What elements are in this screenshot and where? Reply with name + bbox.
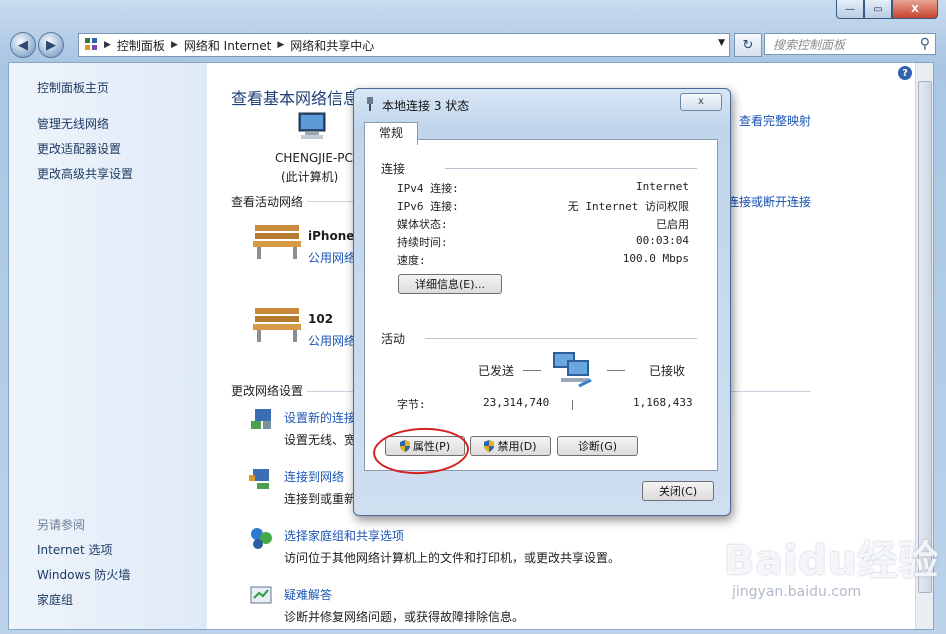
- network-plug-icon: [367, 97, 373, 111]
- status-value: 已启用: [656, 218, 689, 231]
- arrow-left-icon: ◀: [18, 37, 28, 53]
- details-button[interactable]: 详细信息(E)...: [398, 274, 502, 294]
- see-also-header: 另请参阅: [37, 518, 86, 532]
- disable-button-label: 禁用(D): [497, 440, 537, 453]
- explorer-window: — ▭ X ◀ ▶ ▶ 控制面板 ▶ 网络和 Internet ▶ 网络和共享中…: [0, 0, 946, 634]
- network-activity-icon: [553, 352, 592, 388]
- task-description: 访问位于其他网络计算机上的文件和打印机，或更改共享设置。: [284, 551, 621, 565]
- computer-sub: (此计算机): [281, 170, 339, 184]
- breadcrumb-item[interactable]: 控制面板: [117, 37, 165, 54]
- control-panel-icon: [84, 37, 98, 54]
- watermark-url: jingyan.baidu.com: [732, 584, 862, 600]
- status-label: IPv6 连接:: [397, 200, 459, 213]
- active-networks-header: 查看活动网络: [231, 195, 304, 209]
- divider: [445, 168, 697, 169]
- breadcrumb-separator-icon: ▶: [104, 40, 111, 50]
- connect-disconnect-link[interactable]: 连接或断开连接: [727, 193, 811, 210]
- status-value: Internet: [636, 180, 689, 193]
- public-network-bench-icon: [253, 225, 301, 259]
- general-tab-panel: 连接 IPv4 连接: Internet IPv6 连接: 无 Internet…: [364, 139, 718, 471]
- breadcrumb-item[interactable]: 网络和共享中心: [290, 37, 374, 54]
- network-name: iPhone: [308, 229, 355, 243]
- network-name: 102: [308, 312, 334, 326]
- divider: [607, 370, 625, 371]
- status-value: 无 Internet 访问权限: [567, 200, 689, 213]
- caption-buttons: — ▭ X: [836, 0, 938, 19]
- connection-group-header: 连接: [381, 162, 406, 176]
- activity-group-header: 活动: [381, 332, 406, 346]
- public-network-bench-icon: [253, 308, 301, 342]
- forward-button[interactable]: ▶: [38, 32, 64, 58]
- task-link-troubleshoot[interactable]: 疑难解答: [284, 586, 332, 603]
- chevron-down-icon[interactable]: ▼: [718, 38, 725, 48]
- status-label: 速度:: [397, 254, 426, 267]
- network-type-link[interactable]: 公用网络: [308, 332, 356, 349]
- dialog-title: 本地连接 3 状态: [382, 99, 470, 113]
- view-full-map-link[interactable]: 查看完整映射: [739, 112, 811, 129]
- computer-name: CHENGJIE-PC: [275, 151, 353, 165]
- bytes-label: 字节:: [397, 398, 426, 411]
- disable-button[interactable]: 禁用(D): [470, 436, 551, 456]
- troubleshoot-icon: [250, 586, 272, 604]
- refresh-button[interactable]: ↻: [734, 33, 762, 57]
- network-type-link[interactable]: 公用网络: [308, 249, 356, 266]
- sidebar-item-home[interactable]: 控制面板主页: [37, 79, 109, 96]
- divider: [425, 338, 697, 339]
- status-label: IPv4 连接:: [397, 182, 459, 195]
- uac-shield-icon: [484, 440, 495, 452]
- sidebar-item-advanced-sharing[interactable]: 更改高级共享设置: [37, 165, 133, 182]
- sidebar-item-windows-firewall[interactable]: Windows 防火墙: [37, 566, 130, 583]
- tab-general[interactable]: 常规: [364, 122, 418, 145]
- close-button[interactable]: 关闭(C): [642, 481, 714, 501]
- search-input[interactable]: 搜索控制面板 ⚲: [764, 33, 936, 55]
- search-icon[interactable]: ⚲: [920, 36, 930, 52]
- bytes-received-value: 1,168,433: [633, 396, 693, 409]
- status-value: 100.0 Mbps: [622, 252, 689, 265]
- connect-network-icon: [249, 469, 269, 489]
- sidebar: 控制面板主页 管理无线网络 更改适配器设置 更改高级共享设置 另请参阅 Inte…: [9, 63, 207, 629]
- close-window-button[interactable]: X: [892, 0, 938, 19]
- minimize-button[interactable]: —: [836, 0, 864, 19]
- dialog-close-button[interactable]: x: [680, 93, 722, 111]
- divider: [523, 370, 541, 371]
- refresh-icon: ↻: [742, 37, 754, 53]
- status-label: 媒体状态:: [397, 218, 448, 231]
- sent-label: 已发送: [478, 364, 515, 378]
- watermark-logo: Baidu经验: [724, 538, 940, 584]
- breadcrumb-separator-icon: ▶: [170, 40, 178, 50]
- maximize-button[interactable]: ▭: [864, 0, 892, 19]
- task-description: 诊断并修复网络问题，或获得故障排除信息。: [284, 610, 525, 624]
- help-icon[interactable]: ?: [898, 66, 912, 80]
- breadcrumb-separator-icon: ▶: [277, 40, 285, 50]
- received-label: 已接收: [649, 364, 686, 378]
- task-link-homegroup[interactable]: 选择家庭组和共享选项: [284, 527, 404, 544]
- diagnose-button[interactable]: 诊断(G): [557, 436, 638, 456]
- scrollbar-thumb[interactable]: [918, 81, 932, 593]
- sidebar-item-adapter-settings[interactable]: 更改适配器设置: [37, 140, 121, 157]
- task-link-connect-network[interactable]: 连接到网络: [284, 468, 344, 485]
- back-button[interactable]: ◀: [10, 32, 36, 58]
- search-placeholder: 搜索控制面板: [773, 37, 846, 52]
- sidebar-item-homegroup[interactable]: 家庭组: [37, 591, 73, 608]
- address-bar[interactable]: ▶ 控制面板 ▶ 网络和 Internet ▶ 网络和共享中心 ▼: [78, 33, 730, 57]
- status-value: 00:03:04: [636, 234, 689, 247]
- arrow-right-icon: ▶: [46, 37, 56, 53]
- computer-icon: [298, 112, 326, 139]
- navigation-bar: ◀ ▶ ▶ 控制面板 ▶ 网络和 Internet ▶ 网络和共享中心 ▼ ↻ …: [8, 30, 938, 58]
- homegroup-icon: [251, 528, 272, 549]
- sidebar-item-internet-options[interactable]: Internet 选项: [37, 541, 112, 558]
- bytes-sent-value: 23,314,740: [483, 396, 550, 409]
- sidebar-item-manage-wireless[interactable]: 管理无线网络: [37, 115, 109, 132]
- breadcrumb-item[interactable]: 网络和 Internet: [184, 37, 271, 54]
- divider: [572, 400, 573, 410]
- new-connection-icon: [251, 409, 271, 429]
- change-settings-header: 更改网络设置: [231, 384, 304, 398]
- status-label: 持续时间:: [397, 236, 448, 249]
